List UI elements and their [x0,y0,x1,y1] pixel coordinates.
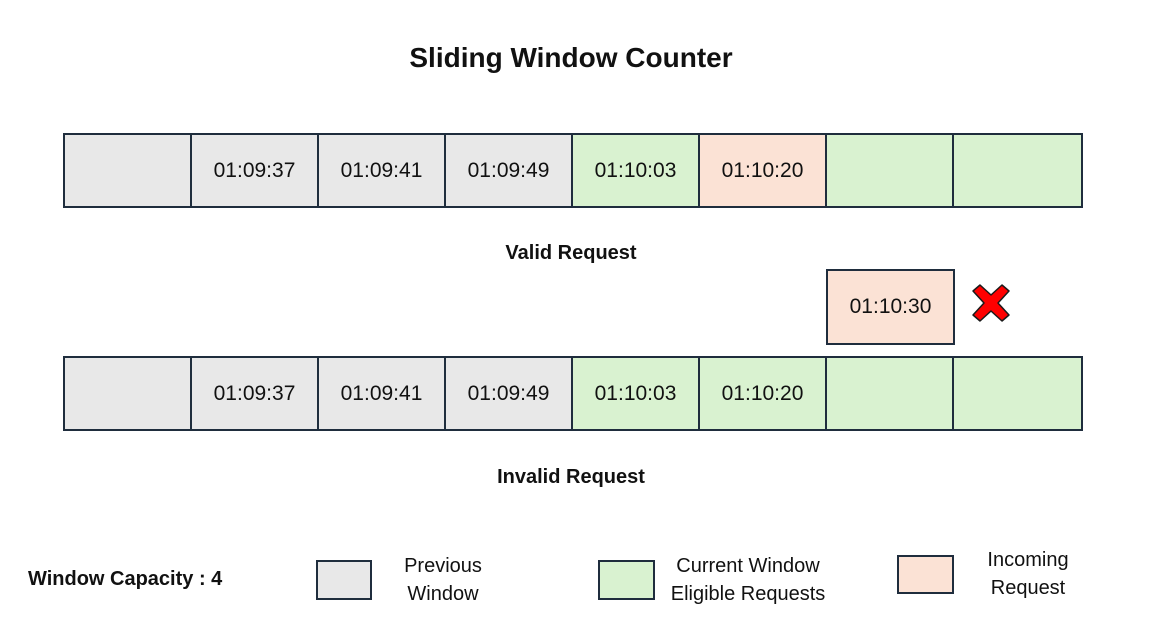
legend-label-current: Current Window Eligible Requests [658,552,838,608]
window-cell: 01:09:37 [192,135,319,206]
window-cell: 01:09:49 [446,358,573,429]
valid-request-caption: Valid Request [505,242,637,264]
window-cell [954,358,1081,429]
legend-current-line2: Eligible Requests [670,583,826,605]
valid-window-row: 01:09:37 01:09:41 01:09:49 01:10:03 01:1… [63,133,1083,208]
window-cell: 01:09:41 [319,135,446,206]
window-cell: 01:09:41 [319,358,446,429]
window-cell [954,135,1081,206]
red-x-icon [972,284,1010,322]
legend-swatch-current [598,560,655,600]
invalid-window-row: 01:09:37 01:09:41 01:09:49 01:10:03 01:1… [63,356,1083,431]
legend-current-line1: Current Window [676,555,820,577]
window-cell: 01:10:20 [700,135,827,206]
window-cell: 01:09:37 [192,358,319,429]
legend-label-previous: Previous Window [383,552,503,608]
window-cell [827,135,954,206]
invalid-request-caption: Invalid Request [497,466,645,488]
window-cell: 01:10:03 [573,135,700,206]
legend-incoming-line2: Request [990,577,1066,599]
legend-label-incoming: Incoming Request [968,546,1088,602]
window-cell [65,358,192,429]
legend-previous-line2: Window [407,583,479,605]
window-cell: 01:10:03 [573,358,700,429]
legend-previous-line1: Previous [404,555,482,577]
window-cell: 01:10:20 [700,358,827,429]
legend-swatch-incoming [897,555,954,594]
legend-swatch-previous [316,560,372,600]
window-cell [827,358,954,429]
diagram-title: Sliding Window Counter [409,42,733,73]
legend-incoming-line1: Incoming [987,549,1069,571]
window-cell [65,135,192,206]
incoming-request-box: 01:10:30 [826,269,955,345]
window-cell: 01:09:49 [446,135,573,206]
window-capacity-label: Window Capacity : 4 [28,568,223,590]
